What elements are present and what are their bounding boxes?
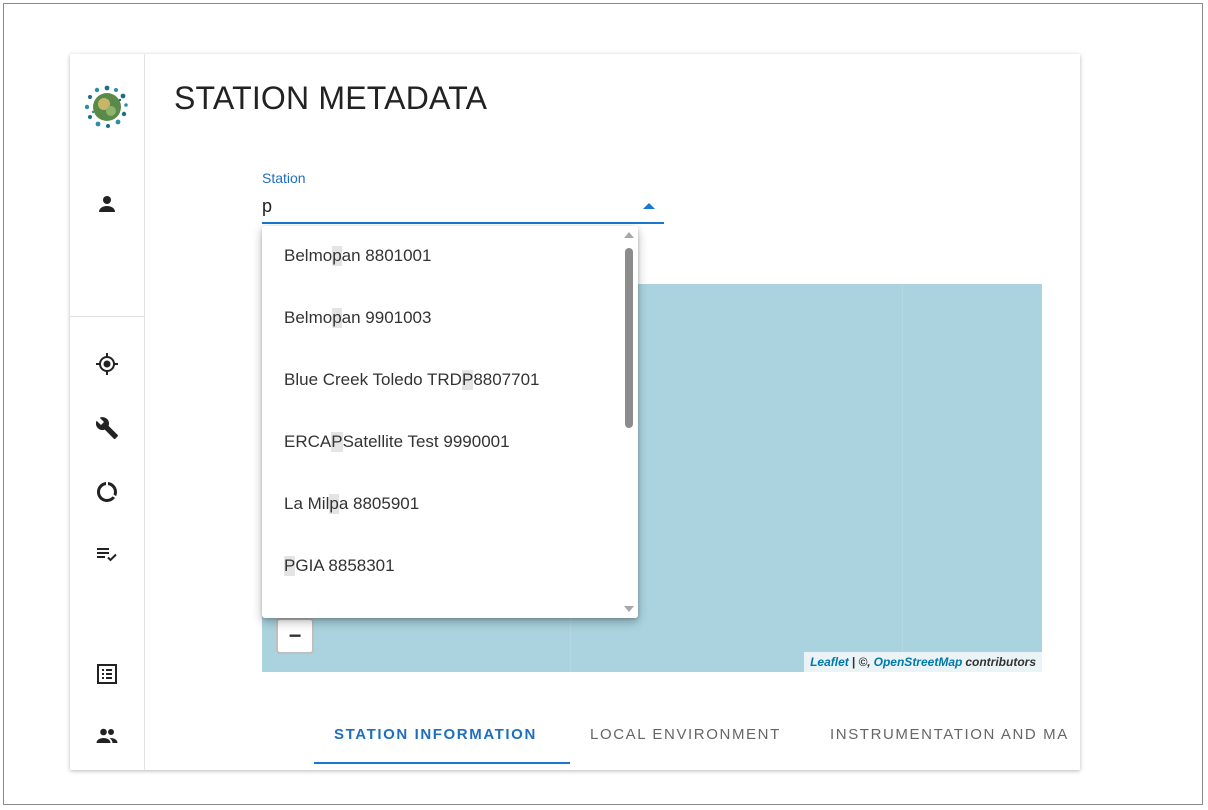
sidebar-item-reports[interactable] xyxy=(89,656,125,692)
active-tab-indicator xyxy=(314,762,570,764)
listbox-scrollbar[interactable] xyxy=(620,226,638,618)
person-icon xyxy=(99,196,115,212)
sidebar-item-stations[interactable] xyxy=(89,346,125,382)
option-text: 8807701 xyxy=(473,370,540,389)
scroll-down-arrow[interactable] xyxy=(624,606,634,612)
sidebar-item-settings[interactable] xyxy=(89,410,125,446)
checklist-icon xyxy=(97,548,117,562)
station-field-label: Station xyxy=(262,170,306,186)
option-match-highlight: p xyxy=(332,308,342,328)
option-text: an 8801001 xyxy=(341,246,432,265)
scroll-up-arrow[interactable] xyxy=(624,232,634,238)
station-option[interactable]: ERCA P Satellite Test 9990001 xyxy=(262,412,620,472)
location-target-icon xyxy=(96,353,118,375)
tab-local-environment[interactable]: LOCAL ENVIRONMENT xyxy=(590,704,781,764)
account-button[interactable] xyxy=(89,186,125,222)
option-text: Blue Creek Toledo TRD xyxy=(284,370,462,389)
scroll-thumb[interactable] xyxy=(625,248,633,428)
option-text: Belmo xyxy=(284,308,333,327)
wrench-icon xyxy=(95,417,118,439)
option-match-highlight: p xyxy=(332,246,342,266)
sidebar-item-qc[interactable] xyxy=(89,536,125,572)
tab-instrumentation[interactable]: INSTRUMENTATION AND MA xyxy=(830,704,1069,764)
station-options-listbox: Belmo p an 8801001 Belmo p an 9901003 Blue C… xyxy=(262,226,638,618)
station-option[interactable]: Blue Creek Toledo TRD P 8807701 xyxy=(262,350,620,410)
sidebar-divider xyxy=(70,316,144,317)
sidebar-item-status[interactable] xyxy=(89,474,125,510)
metadata-tabs: STATION INFORMATION LOCAL ENVIRONMENT IN… xyxy=(314,704,1080,766)
option-text: GIA 8858301 xyxy=(295,556,395,575)
map-tile-seam xyxy=(902,284,903,672)
attribution-separator: | ©, xyxy=(851,655,871,669)
list-alt-icon xyxy=(97,664,117,684)
sidebar xyxy=(70,54,145,770)
option-match-highlight: P xyxy=(331,432,343,452)
option-text: La Mil xyxy=(284,494,330,513)
tab-station-information[interactable]: STATION INFORMATION xyxy=(334,704,537,764)
dropdown-toggle[interactable] xyxy=(640,199,658,211)
station-input[interactable] xyxy=(262,194,664,224)
attribution-suffix: contributors xyxy=(965,655,1036,669)
leaflet-link[interactable]: Leaflet xyxy=(810,655,849,669)
zoom-out-button[interactable]: − xyxy=(276,618,314,654)
sidebar-item-users[interactable] xyxy=(89,718,125,754)
station-option[interactable]: La Mil p a 8805901 xyxy=(262,474,620,534)
app-card: STATION METADATA Station − Leaflet | ©, … xyxy=(70,54,1080,770)
circle-progress-icon xyxy=(97,482,117,502)
option-match-highlight: P xyxy=(284,556,296,576)
station-option[interactable]: Belmo p an 9901003 xyxy=(262,288,620,348)
option-text: Belmo xyxy=(284,246,333,265)
option-text: an 9901003 xyxy=(341,308,432,327)
app-logo[interactable] xyxy=(84,84,130,130)
option-text: a 8805901 xyxy=(338,494,420,513)
station-option[interactable]: P GIA 8858301 xyxy=(262,536,620,596)
group-icon xyxy=(96,728,118,743)
page-title: STATION METADATA xyxy=(174,80,488,116)
openstreetmap-link[interactable]: OpenStreetMap xyxy=(874,655,963,669)
option-text: ERCA xyxy=(284,432,332,451)
caret-up-icon xyxy=(643,203,655,209)
option-match-highlight: P xyxy=(461,370,474,390)
option-text: Satellite Test 9990001 xyxy=(342,432,510,451)
option-match-highlight: p xyxy=(329,494,339,514)
map-attribution: Leaflet | ©, OpenStreetMap contributors xyxy=(804,652,1042,672)
station-option[interactable]: Belmo p an 8801001 xyxy=(262,226,620,286)
